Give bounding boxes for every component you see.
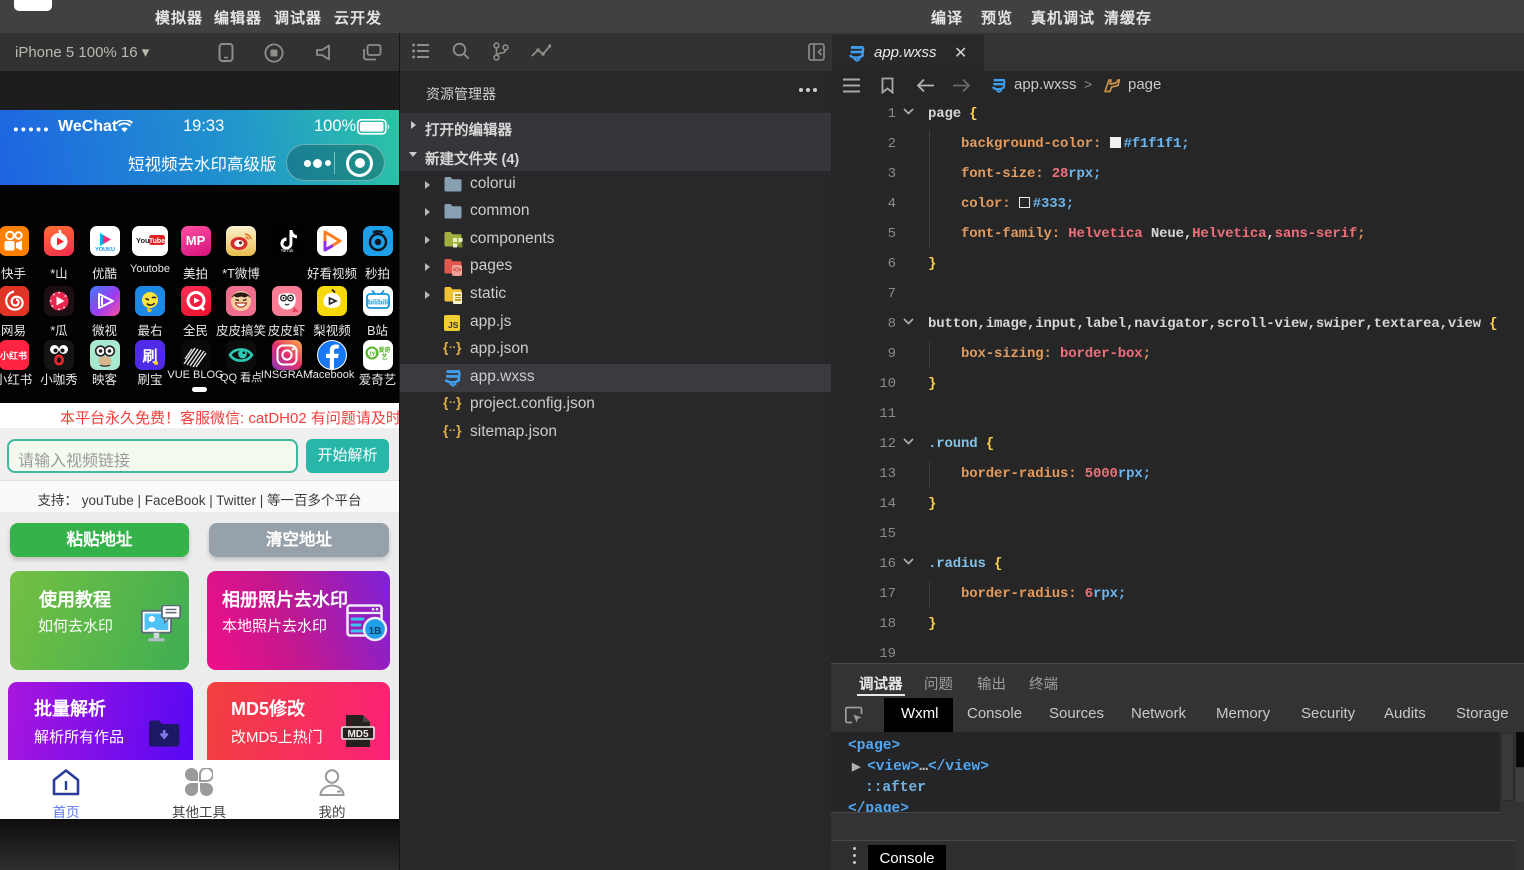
svg-text:爱奇: 爱奇 xyxy=(378,346,390,354)
svg-text:TikTok: TikTok xyxy=(280,248,294,253)
svg-text:bilibili: bilibili xyxy=(367,300,387,307)
svg-text:Tube: Tube xyxy=(149,238,165,245)
svg-text:YOUKU: YOUKU xyxy=(95,247,115,253)
svg-text:MD5: MD5 xyxy=(347,729,369,740)
svg-text:艺: 艺 xyxy=(381,353,387,361)
svg-text:1B: 1B xyxy=(369,626,382,637)
svg-text:UYi: UYi xyxy=(366,351,377,358)
